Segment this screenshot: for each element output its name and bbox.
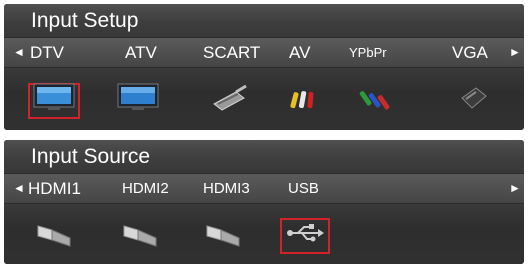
- panel-title: Input Source: [4, 140, 524, 174]
- av-rca-icon[interactable]: [282, 80, 324, 114]
- tab-hdmi3[interactable]: HDMI3: [203, 174, 250, 203]
- tab-scart[interactable]: SCART: [203, 38, 260, 67]
- source-tab-bar: ◄ HDMI1 HDMI2 HDMI3 USB ►: [4, 174, 524, 204]
- scroll-right-arrow-icon[interactable]: ►: [509, 174, 521, 203]
- tab-atv[interactable]: ATV: [125, 38, 157, 67]
- tab-ypbpr[interactable]: YPbPr: [349, 38, 387, 67]
- scroll-right-arrow-icon[interactable]: ►: [509, 38, 521, 67]
- scroll-left-arrow-icon[interactable]: ◄: [13, 38, 25, 67]
- vga-plug-icon[interactable]: [452, 80, 494, 114]
- hdmi-plug-icon[interactable]: [120, 216, 162, 250]
- usb-icon[interactable]: [284, 216, 326, 250]
- input-source-panel: Input Source ◄ HDMI1 HDMI2 HDMI3 USB ►: [4, 140, 524, 264]
- ypbpr-rca-icon[interactable]: [357, 80, 399, 114]
- scroll-left-arrow-icon[interactable]: ◄: [13, 174, 25, 203]
- tab-hdmi1[interactable]: HDMI1: [28, 174, 81, 203]
- tab-hdmi2[interactable]: HDMI2: [122, 174, 169, 203]
- hdmi-plug-icon[interactable]: [203, 216, 245, 250]
- scart-plug-icon[interactable]: [208, 80, 250, 114]
- tv-icon[interactable]: [33, 80, 75, 114]
- tab-av[interactable]: AV: [289, 38, 310, 67]
- input-tab-bar: ◄ DTV ATV SCART AV YPbPr VGA ►: [4, 38, 524, 68]
- tv-icon[interactable]: [117, 80, 159, 114]
- input-setup-panel: Input Setup ◄ DTV ATV SCART AV YPbPr VGA…: [4, 4, 524, 130]
- source-icon-row: [4, 204, 524, 264]
- hdmi-plug-icon[interactable]: [34, 216, 76, 250]
- tab-dtv[interactable]: DTV: [30, 38, 64, 67]
- panel-title: Input Setup: [4, 4, 524, 38]
- tab-vga[interactable]: VGA: [452, 38, 488, 67]
- tab-usb[interactable]: USB: [288, 174, 319, 203]
- input-icon-row: [4, 68, 524, 130]
